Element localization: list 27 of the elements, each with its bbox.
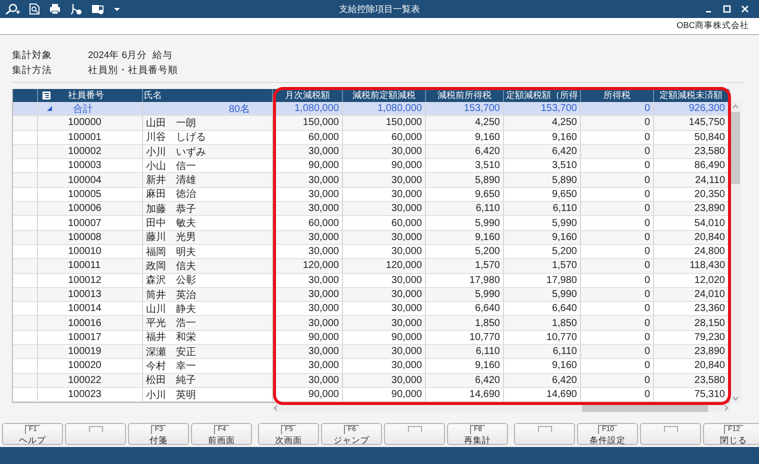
column-label: 社員番号 xyxy=(68,89,104,102)
table-cell: 14,690 xyxy=(426,388,504,402)
window-title: 支給控除項目一覧表 xyxy=(339,4,420,14)
total-label: 合計 xyxy=(73,102,93,116)
tree-toggle-icon[interactable] xyxy=(42,91,51,100)
table-cell: 100023 xyxy=(38,388,143,402)
table-cell: 14,690 xyxy=(504,388,581,402)
maximize-icon[interactable] xyxy=(723,5,731,13)
print-icon[interactable] xyxy=(49,3,61,15)
info-label: 集計対象 xyxy=(12,49,53,62)
expand-icon[interactable] xyxy=(46,105,53,112)
table-cell: 0 xyxy=(581,388,654,402)
scroll-left-icon[interactable] xyxy=(272,404,280,412)
zoom-in-icon[interactable] xyxy=(4,3,20,15)
row-header-cell xyxy=(13,388,38,402)
company-name: OBC商事株式会社 xyxy=(676,20,749,32)
table-cell: 小川 英明 xyxy=(143,388,273,402)
info-label: 集計方法 xyxy=(12,64,53,77)
table-cell: 75,310 xyxy=(654,388,729,402)
close-icon[interactable] xyxy=(741,5,749,13)
preview-icon[interactable] xyxy=(29,3,40,15)
scrollbar-thumb[interactable] xyxy=(731,112,740,184)
table-cell: 90,000 xyxy=(273,388,343,402)
info-value: 2024年 6月分 給与 xyxy=(88,49,174,62)
scroll-right-icon[interactable] xyxy=(722,404,730,412)
table-cell: 90,000 xyxy=(343,388,426,402)
info-value: 社員別・社員番号順 xyxy=(88,64,179,77)
